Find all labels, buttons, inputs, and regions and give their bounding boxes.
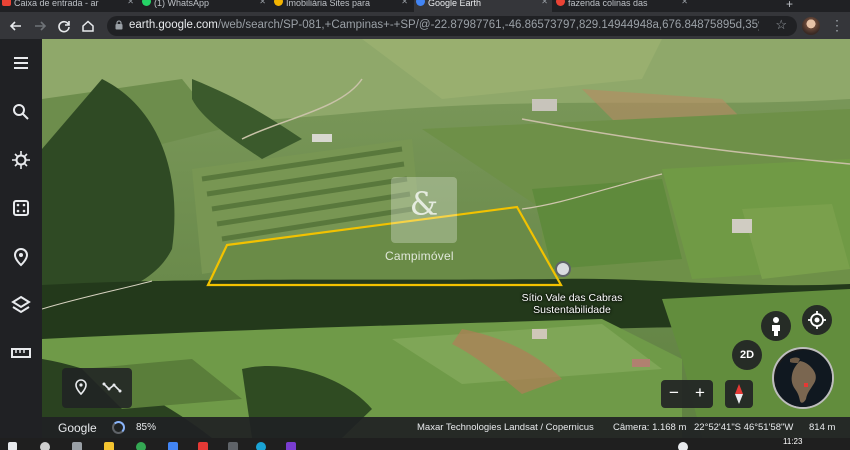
arrow-left-icon xyxy=(9,21,21,31)
profile-avatar[interactable] xyxy=(802,17,820,35)
app-icon[interactable] xyxy=(228,442,238,450)
search-icon[interactable] xyxy=(9,100,33,124)
help-icon[interactable] xyxy=(678,442,688,450)
reload-button[interactable] xyxy=(54,16,74,36)
tab-gmail[interactable]: Caixa de entrada - ar ✕ xyxy=(0,0,138,12)
tab-label: Imobiliária Sites para xyxy=(286,0,371,8)
browser-toolbar: earth.google.com/web/search/SP-081,+Camp… xyxy=(0,12,850,39)
arrow-right-icon xyxy=(35,21,47,31)
loading-percent: 85% xyxy=(136,422,157,433)
draw-path-icon[interactable] xyxy=(102,378,122,396)
reload-icon xyxy=(58,20,70,33)
voyager-icon[interactable] xyxy=(9,148,33,172)
toggle-2d-button[interactable]: 2D xyxy=(732,340,762,370)
site-favicon-icon xyxy=(274,0,283,6)
google-earth-icon xyxy=(416,0,425,6)
google-earth-app: & Campimóvel Sítio Vale das Cabras Suste… xyxy=(0,39,850,438)
tab-label: fazenda colinas das xyxy=(568,0,648,8)
mini-globe[interactable] xyxy=(772,347,834,409)
home-button[interactable] xyxy=(78,16,98,36)
zoom-in-button[interactable]: + xyxy=(687,383,713,403)
my-location-button[interactable] xyxy=(802,305,832,335)
watermark-text: Campimóvel xyxy=(385,249,454,263)
zoom-out-button[interactable]: − xyxy=(661,383,687,403)
os-taskbar: 11:23 xyxy=(0,438,850,450)
back-button[interactable] xyxy=(6,16,26,36)
menu-icon[interactable] xyxy=(9,51,33,75)
earth-status-bar: Google 85% Maxar Technologies Landsat / … xyxy=(42,417,850,438)
camera-altitude: Câmera: 1.168 m xyxy=(613,422,687,433)
home-icon xyxy=(82,20,94,32)
street-view-button[interactable] xyxy=(761,311,791,341)
watermark-logo: & xyxy=(391,177,457,243)
tab-label: (1) WhatsApp xyxy=(154,0,210,8)
compass-button[interactable] xyxy=(725,380,753,408)
chrome-icon[interactable] xyxy=(136,442,146,450)
google-icon xyxy=(556,0,565,6)
tab-label: Caixa de entrada - ar xyxy=(14,0,99,8)
measure-icon[interactable] xyxy=(9,341,33,365)
feeling-lucky-icon[interactable] xyxy=(9,196,33,220)
google-logo: Google xyxy=(58,421,97,435)
tab-imobiliaria[interactable]: Imobiliária Sites para ✕ xyxy=(272,0,412,12)
system-clock[interactable]: 11:23 xyxy=(783,438,802,446)
tab-whatsapp[interactable]: (1) WhatsApp ✕ xyxy=(140,0,270,12)
cursor-coordinates: 22°52'41"S 46°51'58"W xyxy=(694,422,794,433)
bookmark-star-icon[interactable]: ☆ xyxy=(775,17,787,33)
place-label-line1: Sítio Vale das Cabras xyxy=(521,292,623,304)
add-placemark-icon[interactable] xyxy=(72,378,90,396)
file-explorer-icon[interactable] xyxy=(104,442,114,450)
watermark-ampersand: & xyxy=(409,185,439,223)
place-label-line2: Sustentabilidade xyxy=(533,304,611,316)
url-path: /web/search/SP-081,+Campinas+-+SP/@-22.8… xyxy=(217,19,759,31)
gmail-icon xyxy=(2,0,11,6)
tab-google-earth[interactable]: Google Earth ✕ xyxy=(414,0,552,12)
earth-sidebar xyxy=(0,39,42,438)
projects-icon[interactable] xyxy=(9,245,33,269)
url-text[interactable]: earth.google.com/web/search/SP-081,+Camp… xyxy=(129,19,759,31)
app-icon[interactable] xyxy=(286,442,296,450)
close-tab-icon[interactable]: ✕ xyxy=(541,0,548,6)
search-taskbar-icon[interactable] xyxy=(40,442,50,450)
tab-strip: Caixa de entrada - ar ✕ (1) WhatsApp ✕ I… xyxy=(0,0,850,12)
task-view-icon[interactable] xyxy=(72,442,82,450)
close-tab-icon[interactable]: ✕ xyxy=(127,0,134,6)
address-bar[interactable]: earth.google.com/web/search/SP-081,+Camp… xyxy=(107,16,797,36)
url-host: earth.google.com xyxy=(129,19,218,31)
zoom-controls: − + xyxy=(661,380,713,408)
tools-panel xyxy=(62,368,132,408)
place-pin-icon[interactable] xyxy=(555,261,571,277)
new-tab-button[interactable]: + xyxy=(786,0,793,11)
app-icon[interactable] xyxy=(168,442,178,450)
tab-fazenda[interactable]: fazenda colinas das ✕ xyxy=(554,0,692,12)
map-style-icon[interactable] xyxy=(9,293,33,317)
tab-label: Google Earth xyxy=(428,0,482,8)
whatsapp-icon xyxy=(142,0,151,6)
pegman-icon xyxy=(772,317,780,336)
target-icon xyxy=(808,311,826,329)
close-tab-icon[interactable]: ✕ xyxy=(681,0,688,6)
place-label[interactable]: Sítio Vale das Cabras Sustentabilidade xyxy=(472,292,672,316)
forward-button[interactable] xyxy=(30,16,50,36)
compass-icon xyxy=(735,384,743,404)
close-tab-icon[interactable]: ✕ xyxy=(259,0,266,6)
satellite-map-view[interactable]: & Campimóvel Sítio Vale das Cabras Suste… xyxy=(42,39,850,438)
elevation: 814 m xyxy=(809,422,836,433)
loading-spinner-icon xyxy=(112,421,125,434)
lock-icon[interactable] xyxy=(115,20,123,30)
browser-menu-icon[interactable]: ⋮ xyxy=(830,18,844,32)
edge-icon[interactable] xyxy=(256,442,266,450)
imagery-credits[interactable]: Maxar Technologies Landsat / Copernicus xyxy=(417,422,594,433)
app-icon[interactable] xyxy=(198,442,208,450)
windows-start-icon[interactable] xyxy=(8,442,17,450)
close-tab-icon[interactable]: ✕ xyxy=(401,0,408,6)
